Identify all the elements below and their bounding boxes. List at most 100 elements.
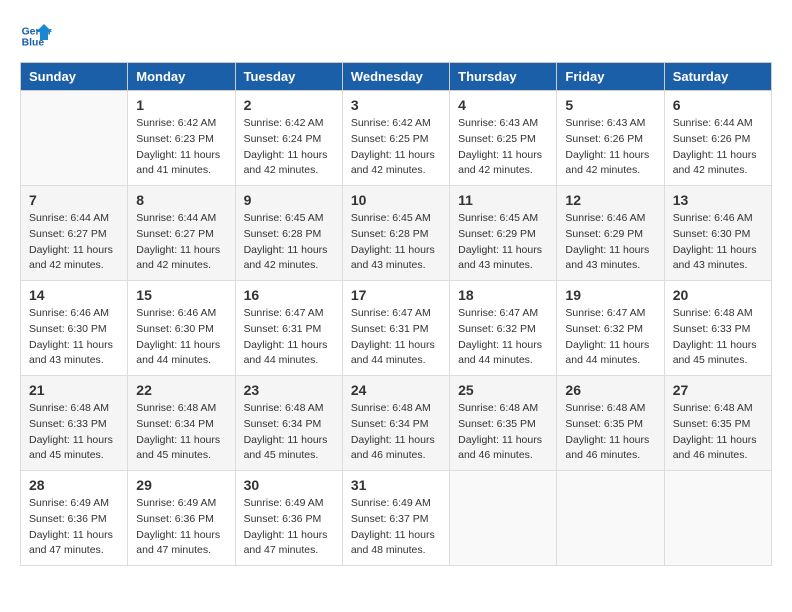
calendar-cell: 20 Sunrise: 6:48 AMSunset: 6:33 PMDayligh… [664,281,771,376]
calendar-cell: 31 Sunrise: 6:49 AMSunset: 6:37 PMDayligh… [342,471,449,566]
day-number: 17 [351,287,441,303]
day-info: Sunrise: 6:48 AMSunset: 6:34 PMDaylight:… [136,401,226,464]
calendar-cell: 30 Sunrise: 6:49 AMSunset: 6:36 PMDayligh… [235,471,342,566]
calendar-cell: 12 Sunrise: 6:46 AMSunset: 6:29 PMDayligh… [557,186,664,281]
day-number: 9 [244,192,334,208]
calendar-cell: 27Sunrise: 6:48 AMSunset: 6:35 PMDayligh… [664,376,771,471]
day-number: 3 [351,97,441,113]
day-info: Sunrise: 6:48 AMSunset: 6:33 PMDaylight:… [673,306,763,369]
calendar-week-row: 28 Sunrise: 6:49 AMSunset: 6:36 PMDayligh… [21,471,772,566]
calendar-cell: 29 Sunrise: 6:49 AMSunset: 6:36 PMDayligh… [128,471,235,566]
calendar-cell: 4 Sunrise: 6:43 AMSunset: 6:25 PMDaylight… [450,91,557,186]
day-number: 26 [565,382,655,398]
header-friday: Friday [557,63,664,91]
day-number: 14 [29,287,119,303]
day-info: Sunrise: 6:45 AMSunset: 6:28 PMDaylight:… [351,211,441,274]
calendar-table: SundayMondayTuesdayWednesdayThursdayFrid… [20,62,772,566]
day-number: 21 [29,382,119,398]
day-number: 8 [136,192,226,208]
day-number: 25 [458,382,548,398]
day-info: Sunrise: 6:48 AMSunset: 6:35 PMDaylight:… [673,401,763,464]
page-header: General Blue [20,20,772,52]
day-number: 20 [673,287,763,303]
calendar-cell: 21 Sunrise: 6:48 AMSunset: 6:33 PMDayligh… [21,376,128,471]
day-info: Sunrise: 6:43 AMSunset: 6:26 PMDaylight:… [565,116,655,179]
calendar-cell: 23 Sunrise: 6:48 AMSunset: 6:34 PMDayligh… [235,376,342,471]
day-info: Sunrise: 6:46 AMSunset: 6:29 PMDaylight:… [565,211,655,274]
calendar-cell: 14 Sunrise: 6:46 AMSunset: 6:30 PMDayligh… [21,281,128,376]
calendar-cell: 3 Sunrise: 6:42 AMSunset: 6:25 PMDaylight… [342,91,449,186]
day-info: Sunrise: 6:48 AMSunset: 6:33 PMDaylight:… [29,401,119,464]
day-number: 2 [244,97,334,113]
day-info: Sunrise: 6:49 AMSunset: 6:36 PMDaylight:… [136,496,226,559]
day-info: Sunrise: 6:49 AMSunset: 6:36 PMDaylight:… [29,496,119,559]
day-info: Sunrise: 6:42 AMSunset: 6:24 PMDaylight:… [244,116,334,179]
day-info: Sunrise: 6:46 AMSunset: 6:30 PMDaylight:… [29,306,119,369]
calendar-week-row: 21 Sunrise: 6:48 AMSunset: 6:33 PMDayligh… [21,376,772,471]
calendar-cell: 9 Sunrise: 6:45 AMSunset: 6:28 PMDaylight… [235,186,342,281]
day-info: Sunrise: 6:45 AMSunset: 6:28 PMDaylight:… [244,211,334,274]
day-info: Sunrise: 6:44 AMSunset: 6:26 PMDaylight:… [673,116,763,179]
day-number: 5 [565,97,655,113]
calendar-header-row: SundayMondayTuesdayWednesdayThursdayFrid… [21,63,772,91]
calendar-cell: 6 Sunrise: 6:44 AMSunset: 6:26 PMDaylight… [664,91,771,186]
header-tuesday: Tuesday [235,63,342,91]
calendar-cell: 2 Sunrise: 6:42 AMSunset: 6:24 PMDaylight… [235,91,342,186]
calendar-cell: 8 Sunrise: 6:44 AMSunset: 6:27 PMDaylight… [128,186,235,281]
calendar-cell [21,91,128,186]
day-info: Sunrise: 6:46 AMSunset: 6:30 PMDaylight:… [673,211,763,274]
day-number: 6 [673,97,763,113]
calendar-cell: 11 Sunrise: 6:45 AMSunset: 6:29 PMDayligh… [450,186,557,281]
day-number: 10 [351,192,441,208]
day-info: Sunrise: 6:47 AMSunset: 6:31 PMDaylight:… [244,306,334,369]
day-number: 29 [136,477,226,493]
logo: General Blue [20,20,56,52]
day-number: 28 [29,477,119,493]
day-number: 1 [136,97,226,113]
calendar-week-row: 1 Sunrise: 6:42 AMSunset: 6:23 PMDaylight… [21,91,772,186]
calendar-cell [664,471,771,566]
day-number: 30 [244,477,334,493]
header-saturday: Saturday [664,63,771,91]
day-number: 19 [565,287,655,303]
day-info: Sunrise: 6:43 AMSunset: 6:25 PMDaylight:… [458,116,548,179]
calendar-cell: 18Sunrise: 6:47 AMSunset: 6:32 PMDayligh… [450,281,557,376]
day-info: Sunrise: 6:49 AMSunset: 6:36 PMDaylight:… [244,496,334,559]
day-info: Sunrise: 6:47 AMSunset: 6:32 PMDaylight:… [458,306,548,369]
calendar-cell [450,471,557,566]
day-info: Sunrise: 6:44 AMSunset: 6:27 PMDaylight:… [136,211,226,274]
calendar-cell: 1 Sunrise: 6:42 AMSunset: 6:23 PMDaylight… [128,91,235,186]
day-info: Sunrise: 6:48 AMSunset: 6:34 PMDaylight:… [244,401,334,464]
calendar-cell: 28 Sunrise: 6:49 AMSunset: 6:36 PMDayligh… [21,471,128,566]
calendar-cell: 26 Sunrise: 6:48 AMSunset: 6:35 PMDayligh… [557,376,664,471]
day-number: 31 [351,477,441,493]
calendar-week-row: 14 Sunrise: 6:46 AMSunset: 6:30 PMDayligh… [21,281,772,376]
day-number: 12 [565,192,655,208]
day-info: Sunrise: 6:45 AMSunset: 6:29 PMDaylight:… [458,211,548,274]
calendar-week-row: 7 Sunrise: 6:44 AMSunset: 6:27 PMDaylight… [21,186,772,281]
day-info: Sunrise: 6:49 AMSunset: 6:37 PMDaylight:… [351,496,441,559]
calendar-cell: 17 Sunrise: 6:47 AMSunset: 6:31 PMDayligh… [342,281,449,376]
day-number: 23 [244,382,334,398]
day-info: Sunrise: 6:42 AMSunset: 6:23 PMDaylight:… [136,116,226,179]
day-number: 15 [136,287,226,303]
header-sunday: Sunday [21,63,128,91]
day-info: Sunrise: 6:42 AMSunset: 6:25 PMDaylight:… [351,116,441,179]
calendar-cell: 5 Sunrise: 6:43 AMSunset: 6:26 PMDaylight… [557,91,664,186]
calendar-cell: 19Sunrise: 6:47 AMSunset: 6:32 PMDayligh… [557,281,664,376]
header-thursday: Thursday [450,63,557,91]
day-number: 24 [351,382,441,398]
day-info: Sunrise: 6:47 AMSunset: 6:31 PMDaylight:… [351,306,441,369]
day-number: 11 [458,192,548,208]
calendar-cell: 10 Sunrise: 6:45 AMSunset: 6:28 PMDayligh… [342,186,449,281]
day-number: 7 [29,192,119,208]
calendar-cell: 24 Sunrise: 6:48 AMSunset: 6:34 PMDayligh… [342,376,449,471]
calendar-cell: 25Sunrise: 6:48 AMSunset: 6:35 PMDayligh… [450,376,557,471]
day-info: Sunrise: 6:48 AMSunset: 6:34 PMDaylight:… [351,401,441,464]
day-number: 4 [458,97,548,113]
calendar-cell: 15Sunrise: 6:46 AMSunset: 6:30 PMDayligh… [128,281,235,376]
header-monday: Monday [128,63,235,91]
calendar-cell: 22Sunrise: 6:48 AMSunset: 6:34 PMDayligh… [128,376,235,471]
calendar-cell: 13Sunrise: 6:46 AMSunset: 6:30 PMDayligh… [664,186,771,281]
day-info: Sunrise: 6:48 AMSunset: 6:35 PMDaylight:… [565,401,655,464]
